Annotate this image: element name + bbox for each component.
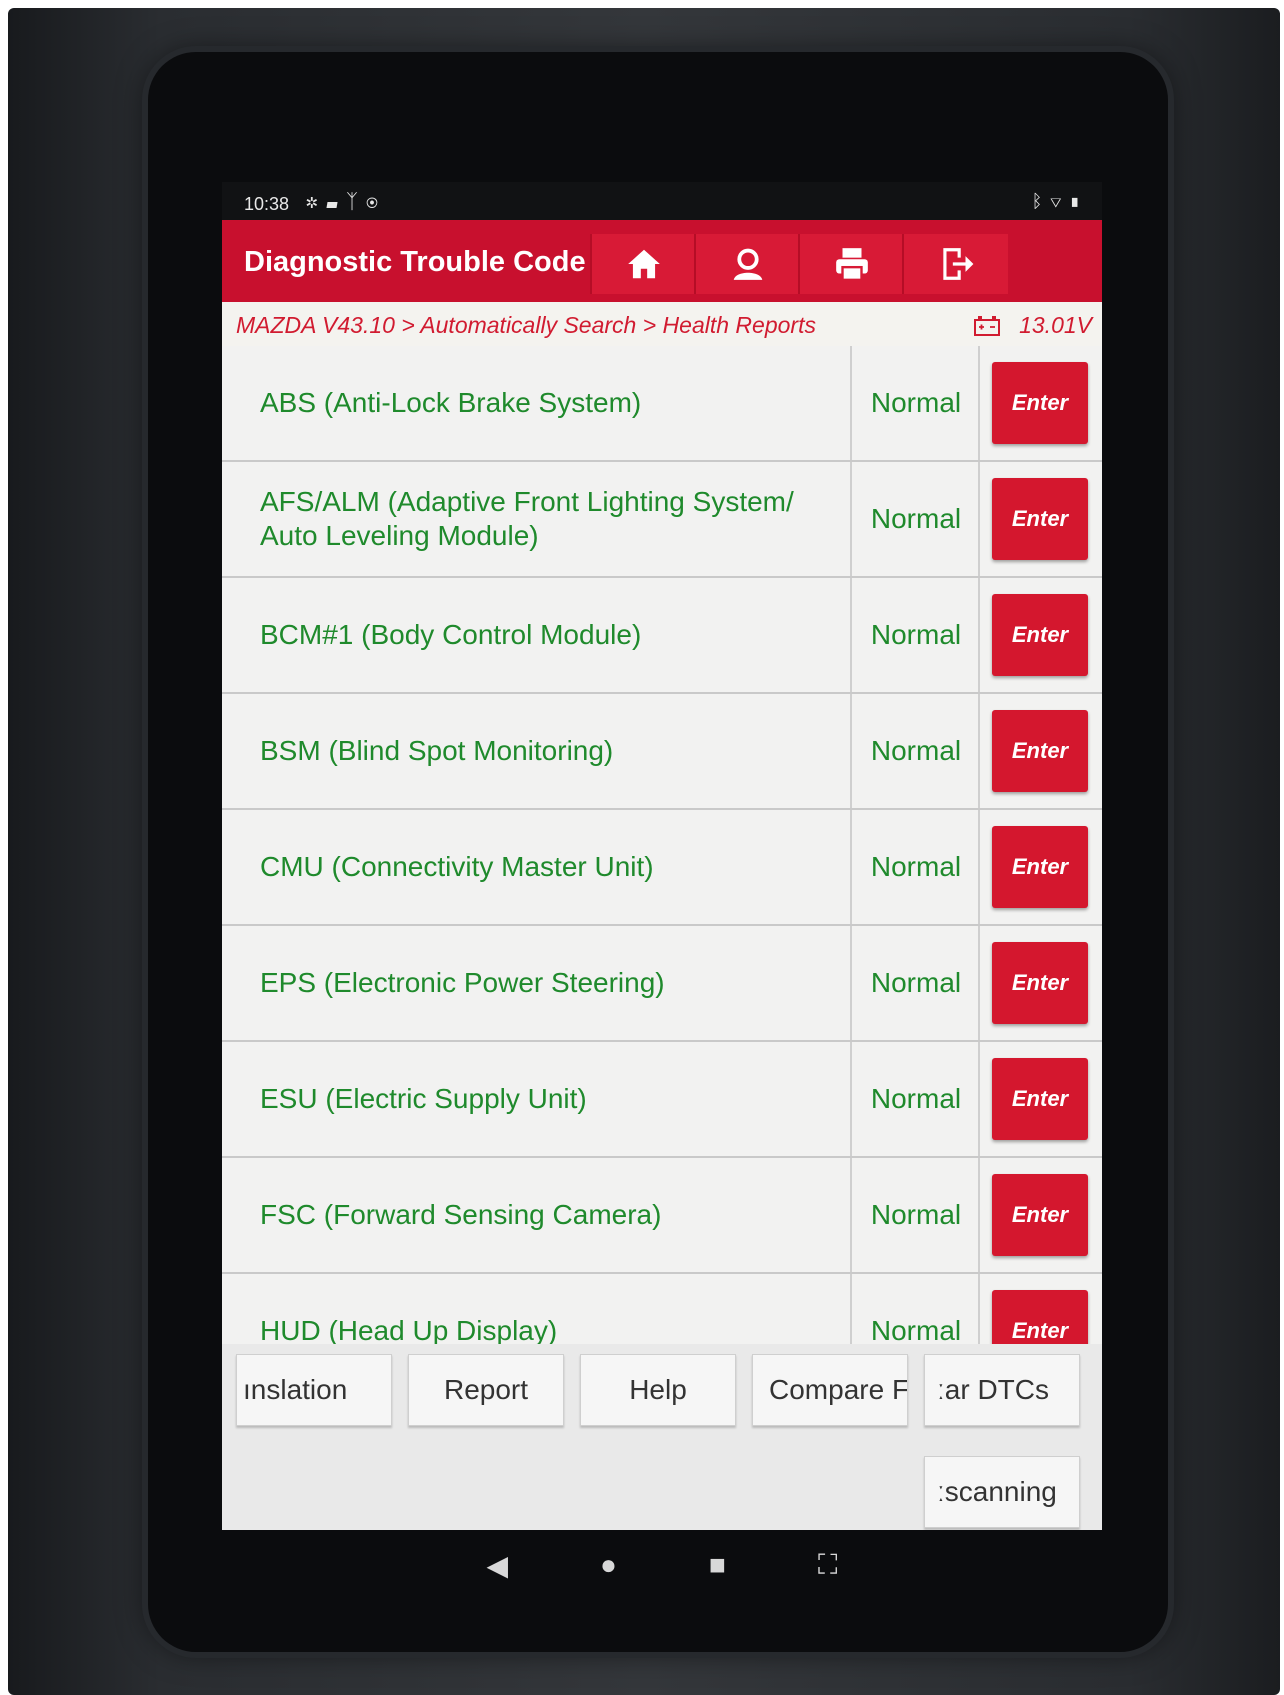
- column-divider: [850, 694, 852, 808]
- print-icon: [836, 248, 868, 282]
- home-button[interactable]: [590, 234, 696, 294]
- screenshot-icon[interactable]: ⛶: [818, 1549, 838, 1582]
- list-item: CMU (Connectivity Master Unit) Normal En…: [222, 810, 1102, 926]
- column-divider: [850, 1158, 852, 1272]
- breadcrumb: MAZDA V43.10 > Automatically Search > He…: [222, 302, 1102, 347]
- module-name: CMU (Connectivity Master Unit): [260, 851, 654, 882]
- module-status: Normal: [870, 967, 962, 998]
- enter-button[interactable]: Enter: [992, 942, 1088, 1024]
- user-icon: [733, 248, 763, 280]
- list-item: BSM (Blind Spot Monitoring) Normal Enter: [222, 694, 1102, 810]
- column-divider: [850, 462, 852, 576]
- status-left-icons: ✲▰ᛉ◉: [306, 191, 386, 214]
- print-button[interactable]: [798, 234, 904, 294]
- enter-button[interactable]: Enter: [992, 710, 1088, 792]
- column-divider: [850, 1042, 852, 1156]
- module-name: BCM#1 (Body Control Module): [260, 619, 642, 650]
- list-item: ABS (Anti-Lock Brake System) Normal Ente…: [222, 346, 1102, 462]
- column-divider: [978, 1158, 980, 1272]
- module-status: Normal: [870, 1083, 962, 1114]
- enter-button[interactable]: Enter: [992, 826, 1088, 908]
- column-divider: [978, 1274, 980, 1344]
- module-name: ESU (Electric Supply Unit): [260, 1083, 587, 1114]
- android-nav-bar: ◀ ● ■ ⛶: [222, 1530, 1102, 1600]
- module-status: Normal: [870, 619, 962, 650]
- photo-icon: ▰: [326, 191, 346, 213]
- page-title: Diagnostic Trouble Code: [244, 246, 586, 278]
- enter-button[interactable]: Enter: [992, 594, 1088, 676]
- enter-button[interactable]: Enter: [992, 362, 1088, 444]
- stethoscope-icon: ᛉ: [346, 191, 366, 213]
- back-icon[interactable]: ◀: [487, 1549, 509, 1582]
- list-item: HUD (Head Up Display) Normal Enter: [222, 1274, 1102, 1344]
- user-button[interactable]: [694, 234, 800, 294]
- recents-icon[interactable]: ■: [709, 1549, 726, 1581]
- column-divider: [850, 926, 852, 1040]
- module-name: AFS/ALM (Adaptive Front Lighting System/…: [260, 486, 794, 551]
- voltage-readout: 13.01V: [973, 312, 1092, 339]
- list-item: BCM#1 (Body Control Module) Normal Enter: [222, 578, 1102, 694]
- status-time: 10:38: [244, 194, 290, 214]
- battery-icon: ▮: [1069, 191, 1088, 211]
- breadcrumb-path: MAZDA V43.10 > Automatically Search > He…: [236, 312, 816, 338]
- module-name: HUD (Head Up Display): [260, 1315, 558, 1344]
- screen: 10:38 ✲▰ᛉ◉ ᛒ▽▮ Diagnostic Trouble Code M…: [222, 182, 1102, 1530]
- module-status: Normal: [870, 1199, 962, 1230]
- module-status: Normal: [870, 503, 962, 534]
- module-name: BSM (Blind Spot Monitoring): [260, 735, 614, 766]
- home-circle-icon[interactable]: ●: [600, 1549, 617, 1581]
- action-bar: ınslation Report Help Compare F ːar DTCs…: [222, 1344, 1102, 1530]
- help-button[interactable]: Help: [580, 1354, 736, 1426]
- exit-button[interactable]: [902, 234, 1008, 294]
- clear-dtcs-button[interactable]: ːar DTCs: [924, 1354, 1080, 1426]
- wifi-icon: ▽: [1050, 191, 1070, 211]
- module-status: Normal: [870, 1315, 962, 1344]
- module-status: Normal: [870, 387, 962, 418]
- column-divider: [978, 810, 980, 924]
- enter-button[interactable]: Enter: [992, 478, 1088, 560]
- voltage-value: 13.01V: [1019, 312, 1092, 338]
- list-item: ESU (Electric Supply Unit) Normal Enter: [222, 1042, 1102, 1158]
- enter-button[interactable]: Enter: [992, 1058, 1088, 1140]
- compare-button[interactable]: Compare F: [752, 1354, 908, 1426]
- battery-voltage-icon: [974, 315, 1001, 336]
- column-divider: [850, 346, 852, 460]
- status-bar: 10:38 ✲▰ᛉ◉ ᛒ▽▮: [222, 182, 1102, 220]
- module-name: EPS (Electronic Power Steering): [260, 967, 665, 998]
- list-item: EPS (Electronic Power Steering) Normal E…: [222, 926, 1102, 1042]
- module-name: FSC (Forward Sensing Camera): [260, 1199, 662, 1230]
- module-status: Normal: [870, 735, 962, 766]
- column-divider: [978, 462, 980, 576]
- settings-icon: ✲: [306, 191, 326, 213]
- column-divider: [978, 926, 980, 1040]
- column-divider: [978, 578, 980, 692]
- list-item: AFS/ALM (Adaptive Front Lighting System/…: [222, 462, 1102, 578]
- bluetooth-circle-icon: ◉: [366, 191, 386, 213]
- home-icon: [628, 249, 660, 279]
- column-divider: [978, 694, 980, 808]
- translation-button[interactable]: ınslation: [236, 1354, 392, 1426]
- module-list[interactable]: ABS (Anti-Lock Brake System) Normal Ente…: [222, 346, 1102, 1344]
- module-status: Normal: [870, 851, 962, 882]
- column-divider: [850, 1274, 852, 1344]
- column-divider: [978, 1042, 980, 1156]
- column-divider: [850, 810, 852, 924]
- bluetooth-icon: ᛒ: [1031, 191, 1051, 211]
- app-header: Diagnostic Trouble Code: [222, 220, 1102, 302]
- enter-button[interactable]: Enter: [992, 1290, 1088, 1344]
- module-name: ABS (Anti-Lock Brake System): [260, 387, 642, 418]
- column-divider: [850, 578, 852, 692]
- column-divider: [978, 346, 980, 460]
- rescanning-button[interactable]: ːscanning: [924, 1456, 1080, 1528]
- report-button[interactable]: Report: [408, 1354, 564, 1426]
- list-item: FSC (Forward Sensing Camera) Normal Ente…: [222, 1158, 1102, 1274]
- exit-icon: [943, 248, 974, 280]
- enter-button[interactable]: Enter: [992, 1174, 1088, 1256]
- status-right-icons: ᛒ▽▮: [1032, 191, 1088, 212]
